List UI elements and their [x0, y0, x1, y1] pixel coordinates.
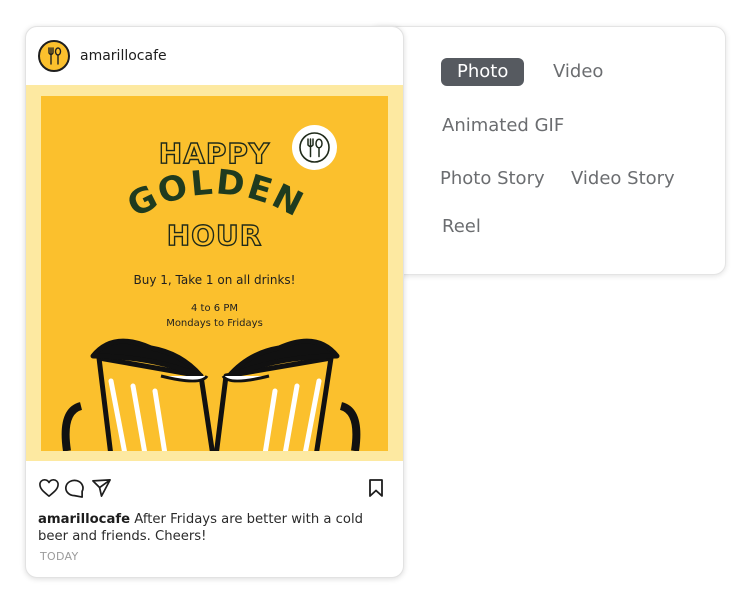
format-option-video[interactable]: Video — [553, 61, 603, 82]
heart-icon[interactable] — [38, 478, 60, 498]
format-option-photo-story[interactable]: Photo Story — [440, 168, 545, 189]
golden-hour-poster: HAPPY GOLDEN HOUR Buy 1, Take 1 on all d… — [41, 96, 388, 451]
fork-spoon-icon — [48, 47, 62, 65]
poster-title-hour: HOUR — [166, 218, 263, 252]
format-option-reel[interactable]: Reel — [442, 216, 481, 237]
format-option-video-story[interactable]: Video Story — [571, 168, 675, 189]
post-image: HAPPY GOLDEN HOUR Buy 1, Take 1 on all d… — [26, 85, 403, 461]
format-option-animated-gif[interactable]: Animated GIF — [442, 115, 564, 136]
post-format-panel: Photo Video Animated GIF Photo Story Vid… — [368, 26, 726, 275]
bookmark-icon[interactable] — [368, 478, 384, 498]
share-icon[interactable] — [91, 478, 112, 498]
comment-icon[interactable] — [64, 478, 85, 498]
post-timestamp: TODAY — [40, 550, 79, 563]
format-option-photo[interactable]: Photo — [441, 58, 525, 86]
poster-title-golden: GOLDEN — [121, 166, 311, 226]
post-card: amarillocafe HAPPY GOLDEN HOUR Buy 1, Ta… — [25, 26, 404, 578]
svg-text:GOLDEN: GOLDEN — [121, 166, 311, 226]
avatar[interactable] — [38, 40, 70, 72]
post-username[interactable]: amarillocafe — [80, 48, 167, 64]
caption-username[interactable]: amarillocafe — [38, 512, 130, 527]
poster-days: Mondays to Fridays — [166, 318, 263, 329]
beer-mugs-illustration — [61, 338, 361, 451]
poster-time: 4 to 6 PM — [191, 303, 238, 314]
poster-offer: Buy 1, Take 1 on all drinks! — [133, 273, 296, 287]
post-caption: amarillocafe After Fridays are better wi… — [38, 511, 383, 545]
